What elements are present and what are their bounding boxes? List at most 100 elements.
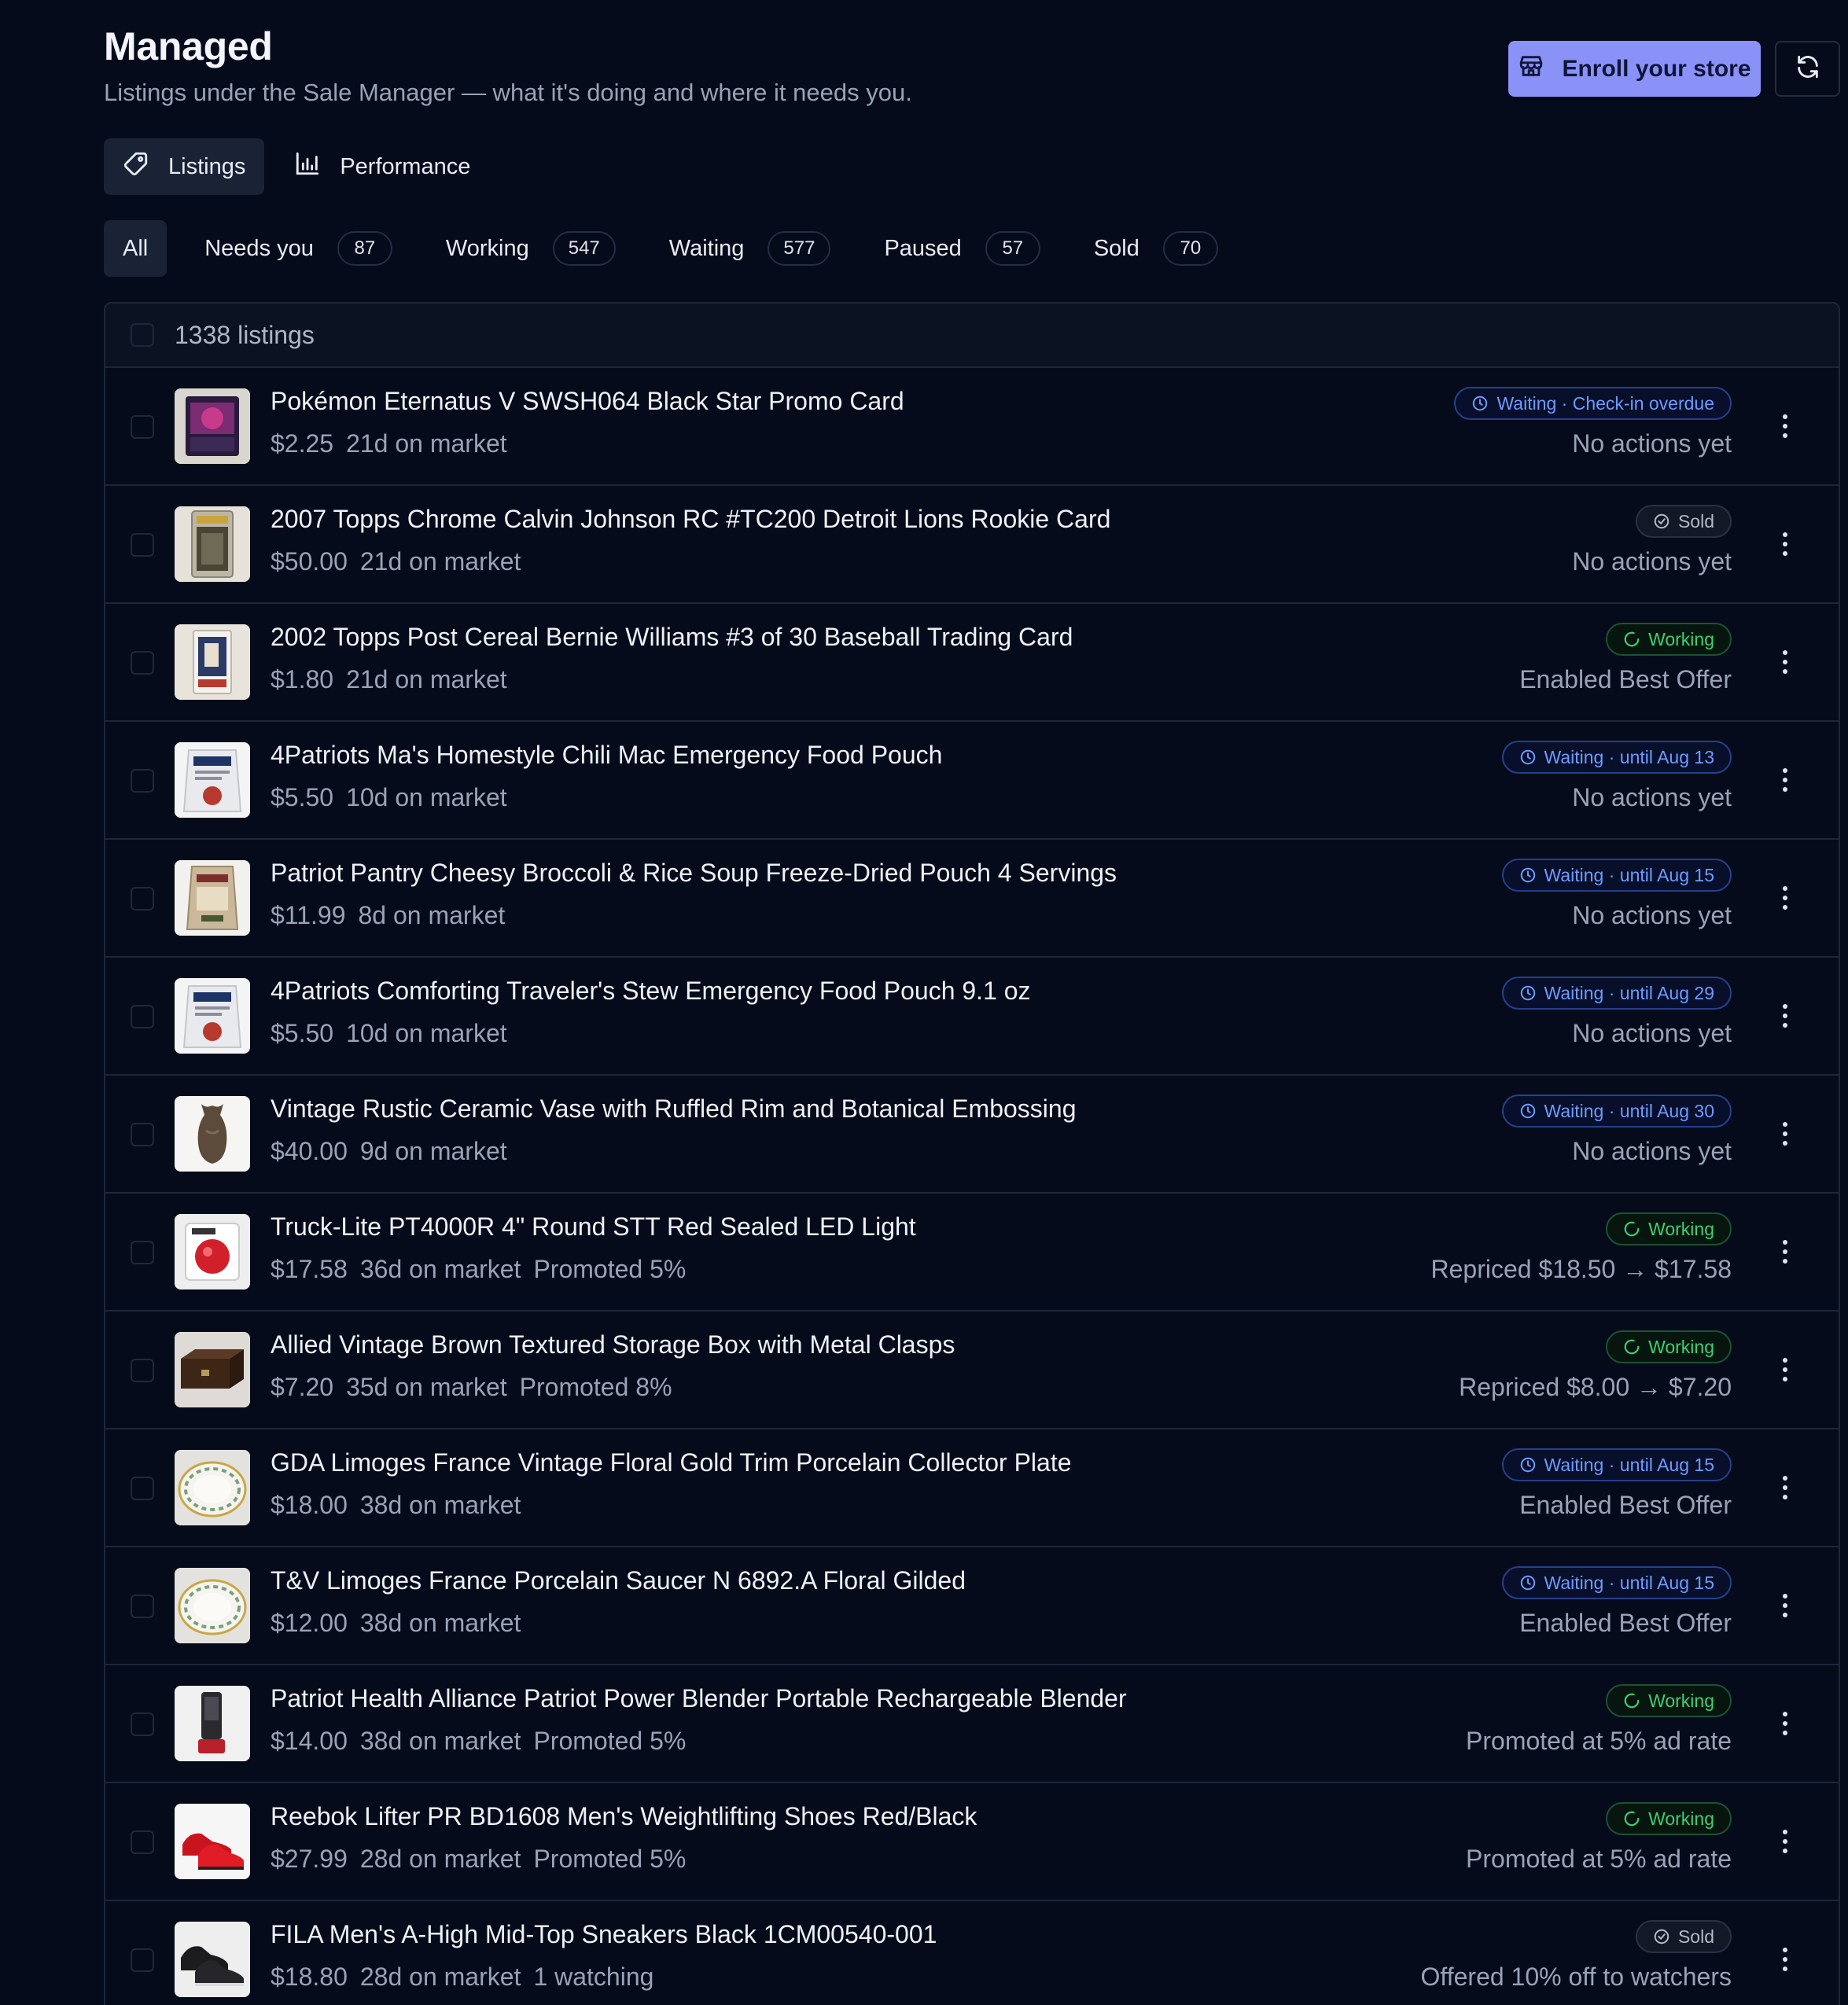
filter-needs-you[interactable]: Needs you 87 [189, 220, 408, 277]
row-checkbox[interactable] [131, 415, 154, 439]
row-checkbox[interactable] [131, 533, 154, 557]
table-row[interactable]: 4Patriots Comforting Traveler's Stew Eme… [105, 958, 1839, 1076]
product-thumbnail[interactable] [175, 1568, 250, 1643]
table-row[interactable]: 2007 Topps Chrome Calvin Johnson RC #TC2… [105, 486, 1839, 604]
row-checkbox[interactable] [131, 1123, 154, 1146]
row-checkbox[interactable] [131, 1359, 154, 1382]
filter-paused[interactable]: Paused 57 [868, 220, 1055, 277]
more-options-button[interactable] [1776, 1588, 1795, 1623]
extra-info: Promoted 5% [533, 1727, 687, 1755]
listing-title[interactable]: 2002 Topps Post Cereal Bernie Williams #… [271, 623, 1073, 652]
product-thumbnail[interactable] [175, 624, 250, 700]
row-checkbox[interactable] [131, 769, 154, 793]
listing-price: $14.00 [271, 1727, 348, 1755]
listing-meta: $40.00 9d on market [271, 1137, 507, 1166]
listing-price: $2.25 [271, 429, 334, 458]
filter-working[interactable]: Working 547 [430, 220, 631, 277]
days-on-market: 28d on market [359, 1963, 521, 1991]
more-options-button[interactable] [1776, 1824, 1795, 1859]
listing-title[interactable]: Allied Vintage Brown Textured Storage Bo… [271, 1330, 955, 1359]
product-thumbnail[interactable] [175, 1804, 250, 1879]
listing-title[interactable]: Patriot Health Alliance Patriot Power Bl… [271, 1684, 1127, 1713]
product-thumbnail[interactable] [175, 388, 250, 464]
filter-all[interactable]: All [104, 220, 167, 277]
product-thumbnail[interactable] [175, 978, 250, 1054]
more-options-button[interactable] [1776, 1352, 1795, 1387]
product-thumbnail[interactable] [175, 860, 250, 936]
product-thumbnail[interactable] [175, 1214, 250, 1289]
row-checkbox[interactable] [131, 1241, 154, 1264]
more-options-button[interactable] [1776, 999, 1795, 1033]
more-options-button[interactable] [1776, 881, 1795, 915]
product-thumbnail[interactable] [175, 1922, 250, 1997]
row-checkbox[interactable] [131, 1477, 154, 1500]
listing-title[interactable]: 2007 Topps Chrome Calvin Johnson RC #TC2… [271, 505, 1110, 534]
row-checkbox[interactable] [131, 1005, 154, 1028]
product-thumbnail[interactable] [175, 1332, 250, 1407]
table-row[interactable]: Pokémon Eternatus V SWSH064 Black Star P… [105, 368, 1839, 486]
product-thumbnail[interactable] [175, 742, 250, 818]
row-checkbox[interactable] [131, 1713, 154, 1736]
listing-title[interactable]: FILA Men's A-High Mid-Top Sneakers Black… [271, 1920, 937, 1949]
more-options-button[interactable] [1776, 409, 1795, 443]
last-action: Enabled Best Offer [1519, 1609, 1732, 1637]
listing-title[interactable]: T&V Limoges France Porcelain Saucer N 68… [271, 1566, 966, 1595]
status-badge: Working [1606, 1212, 1732, 1245]
row-checkbox[interactable] [131, 887, 154, 911]
filter-waiting[interactable]: Waiting 577 [653, 220, 847, 277]
table-row[interactable]: 2002 Topps Post Cereal Bernie Williams #… [105, 604, 1839, 722]
more-options-button[interactable] [1776, 763, 1795, 797]
listing-title[interactable]: GDA Limoges France Vintage Floral Gold T… [271, 1448, 1072, 1477]
table-row[interactable]: Patriot Health Alliance Patriot Power Bl… [105, 1665, 1839, 1783]
product-thumbnail[interactable] [175, 506, 250, 582]
filter-sold[interactable]: Sold 70 [1078, 220, 1234, 277]
more-options-button[interactable] [1776, 645, 1795, 679]
listing-price: $7.20 [271, 1373, 334, 1401]
tab-performance[interactable]: Performance [275, 138, 489, 195]
status-badge: Working [1606, 1684, 1732, 1717]
listing-title[interactable]: 4Patriots Ma's Homestyle Chili Mac Emerg… [271, 741, 942, 770]
row-checkbox[interactable] [131, 1830, 154, 1854]
table-row[interactable]: Reebok Lifter PR BD1608 Men's Weightlift… [105, 1783, 1839, 1901]
product-thumbnail[interactable] [175, 1686, 250, 1761]
listing-title[interactable]: Truck-Lite PT4000R 4" Round STT Red Seal… [271, 1212, 916, 1242]
more-options-button[interactable] [1776, 1234, 1795, 1269]
listing-title[interactable]: Vintage Rustic Ceramic Vase with Ruffled… [271, 1094, 1076, 1124]
table-row[interactable]: Vintage Rustic Ceramic Vase with Ruffled… [105, 1076, 1839, 1194]
more-options-button[interactable] [1776, 1706, 1795, 1741]
days-on-market: 38d on market [359, 1491, 521, 1519]
row-checkbox[interactable] [131, 1595, 154, 1618]
last-action: Enabled Best Offer [1519, 1491, 1732, 1519]
table-row[interactable]: FILA Men's A-High Mid-Top Sneakers Black… [105, 1901, 1839, 2005]
table-row[interactable]: Truck-Lite PT4000R 4" Round STT Red Seal… [105, 1194, 1839, 1312]
table-row[interactable]: GDA Limoges France Vintage Floral Gold T… [105, 1429, 1839, 1547]
page-title: Managed [104, 24, 273, 68]
spinner-icon [1623, 1810, 1640, 1827]
product-thumbnail[interactable] [175, 1096, 250, 1172]
row-checkbox[interactable] [131, 651, 154, 675]
row-checkbox[interactable] [131, 1948, 154, 1972]
listing-title[interactable]: Patriot Pantry Cheesy Broccoli & Rice So… [271, 859, 1117, 888]
product-thumbnail[interactable] [175, 1450, 250, 1525]
count-badge: 70 [1162, 231, 1218, 266]
extra-info: Promoted 5% [533, 1845, 687, 1873]
listing-meta: $17.58 36d on market Promoted 5% [271, 1255, 686, 1284]
listing-title[interactable]: 4Patriots Comforting Traveler's Stew Eme… [271, 977, 1031, 1006]
status-filter-tabs: All Needs you 87 Working 547 Waiting 577… [104, 220, 1256, 277]
table-row[interactable]: Allied Vintage Brown Textured Storage Bo… [105, 1312, 1839, 1429]
table-row[interactable]: T&V Limoges France Porcelain Saucer N 68… [105, 1547, 1839, 1665]
status-label: Working [1648, 1690, 1714, 1711]
more-options-button[interactable] [1776, 1470, 1795, 1505]
tab-listings[interactable]: Listings [104, 138, 265, 195]
listing-title[interactable]: Reebok Lifter PR BD1608 Men's Weightlift… [271, 1802, 977, 1831]
table-row[interactable]: Patriot Pantry Cheesy Broccoli & Rice So… [105, 840, 1839, 958]
more-options-button[interactable] [1776, 1117, 1795, 1151]
spinner-icon [1623, 1692, 1640, 1709]
select-all-checkbox[interactable] [131, 323, 154, 347]
refresh-button[interactable] [1775, 41, 1840, 97]
more-options-button[interactable] [1776, 527, 1795, 561]
enroll-store-button[interactable]: Enroll your store [1508, 41, 1761, 97]
more-options-button[interactable] [1776, 1942, 1795, 1977]
table-row[interactable]: 4Patriots Ma's Homestyle Chili Mac Emerg… [105, 722, 1839, 840]
listing-title[interactable]: Pokémon Eternatus V SWSH064 Black Star P… [271, 387, 904, 416]
